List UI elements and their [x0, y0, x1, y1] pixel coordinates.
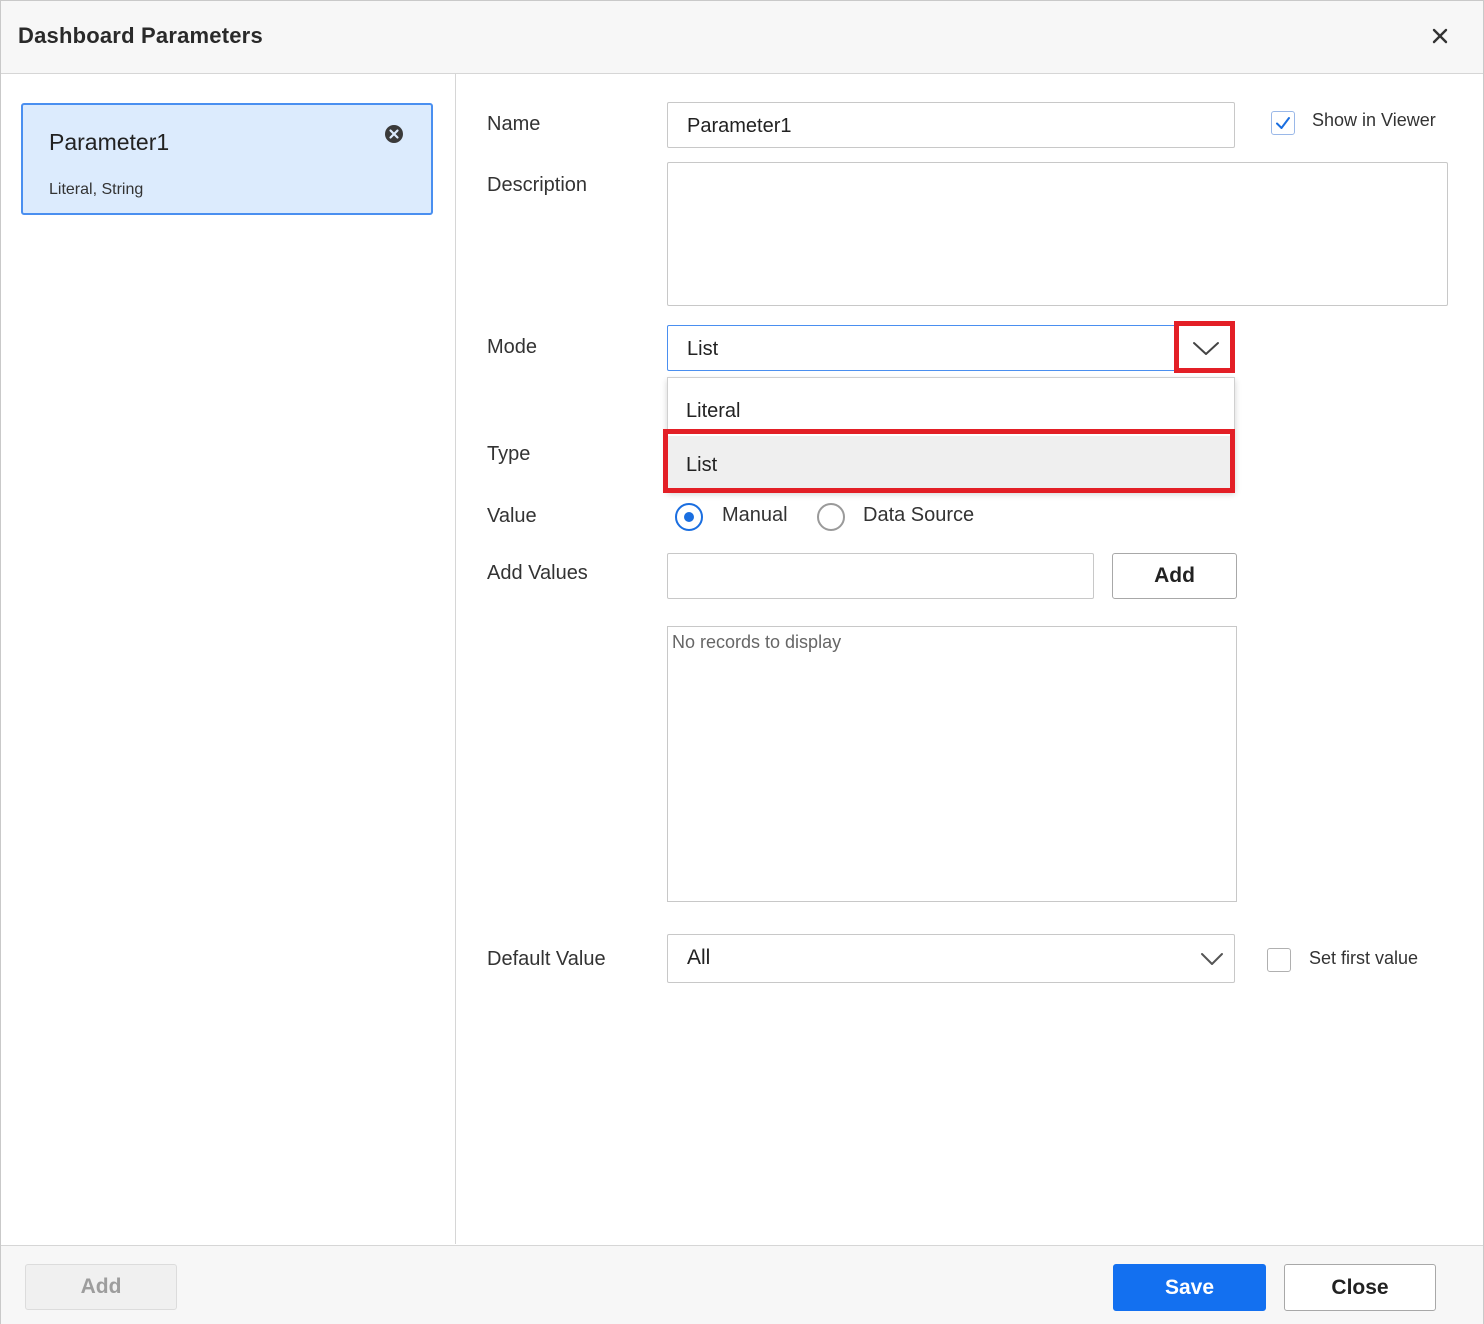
save-button[interactable]: Save	[1113, 1264, 1266, 1311]
default-value-label: Default Value	[487, 948, 606, 970]
parameter-list-panel: Parameter1 Literal, String	[1, 74, 456, 1244]
set-first-value-checkbox[interactable]	[1267, 948, 1291, 972]
show-in-viewer-checkbox[interactable]	[1271, 111, 1295, 135]
chevron-down-icon[interactable]	[1178, 326, 1234, 370]
mode-option-list[interactable]: List	[668, 436, 1234, 490]
description-textarea[interactable]	[667, 162, 1448, 306]
manual-radio-label: Manual	[722, 504, 788, 526]
mode-dropdown-popup: Literal List	[667, 377, 1235, 491]
show-in-viewer-label: Show in Viewer	[1312, 110, 1436, 130]
type-label: Type	[487, 443, 531, 465]
dialog-title: Dashboard Parameters	[18, 23, 263, 48]
close-icon[interactable]	[1425, 21, 1455, 51]
no-records-text: No records to display	[672, 632, 842, 652]
dashboard-parameters-dialog: Dashboard Parameters Parameter1 Literal,…	[0, 0, 1484, 1324]
default-value-select-value: All	[687, 946, 711, 969]
remove-circle-icon[interactable]	[384, 124, 404, 144]
manual-radio[interactable]	[675, 503, 703, 531]
parameter-subtitle: Literal, String	[49, 181, 144, 198]
default-value-select[interactable]: All	[667, 934, 1235, 983]
name-input[interactable]: Parameter1	[667, 102, 1235, 148]
add-value-button[interactable]: Add	[1112, 553, 1237, 599]
dialog-footer: Add Save Close	[1, 1245, 1483, 1324]
mode-option-literal[interactable]: Literal	[668, 382, 1234, 436]
chevron-down-icon[interactable]	[1188, 935, 1234, 982]
data-source-radio-label: Data Source	[863, 504, 975, 526]
add-parameter-button[interactable]: Add	[25, 1264, 177, 1310]
mode-option-list-label: List	[686, 454, 718, 476]
dialog-header: Dashboard Parameters	[1, 1, 1483, 74]
mode-label: Mode	[487, 336, 538, 358]
add-values-label: Add Values	[487, 562, 588, 584]
name-input-value: Parameter1	[687, 115, 792, 137]
close-icon-glyph	[1432, 28, 1448, 44]
data-source-radio[interactable]	[817, 503, 845, 531]
value-label: Value	[487, 505, 537, 527]
mode-select[interactable]: List	[667, 325, 1235, 371]
parameter-name: Parameter1	[49, 129, 170, 155]
values-list: No records to display	[667, 626, 1237, 902]
set-first-value-label: Set first value	[1309, 948, 1419, 968]
mode-select-value: List	[687, 338, 719, 360]
close-button[interactable]: Close	[1284, 1264, 1436, 1311]
name-label: Name	[487, 113, 541, 135]
mode-option-literal-label: Literal	[686, 400, 741, 422]
add-values-input[interactable]	[667, 553, 1094, 599]
check-icon	[1276, 117, 1290, 129]
parameter-card-parameter1[interactable]: Parameter1 Literal, String	[21, 103, 433, 215]
description-label: Description	[487, 174, 588, 196]
